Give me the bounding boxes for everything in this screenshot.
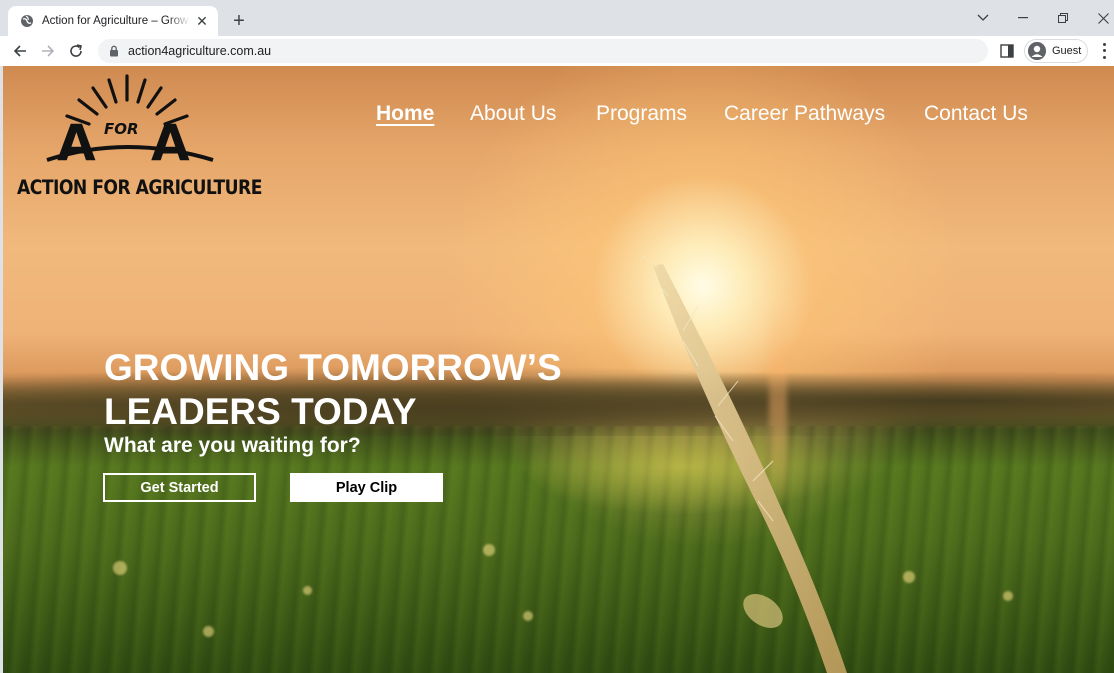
get-started-button[interactable]: Get Started	[103, 473, 256, 502]
svg-text:A: A	[57, 114, 96, 172]
globe-icon	[20, 14, 34, 28]
hero-headline-line1: GROWING TOMORROW’S	[104, 347, 562, 388]
logo-caption: ACTION FOR AGRICULTURE	[17, 176, 262, 199]
logo-mark-icon: A A FOR	[46, 74, 214, 172]
lock-icon[interactable]	[108, 45, 120, 57]
forward-arrow-icon[interactable]	[37, 40, 59, 62]
bokeh-light	[303, 586, 312, 595]
nav-home[interactable]: Home	[376, 102, 434, 126]
hero-headline: GROWING TOMORROW’S LEADERS TODAY	[104, 346, 624, 434]
wheat-stalk-image	[642, 256, 847, 673]
hero-subheading: What are you waiting for?	[104, 434, 361, 457]
logo-for-text: FOR	[104, 120, 139, 138]
side-panel-icon[interactable]	[1000, 44, 1014, 58]
tab-strip: Action for Agriculture – Growing Tomorro…	[0, 0, 1114, 36]
restore-icon[interactable]	[1043, 0, 1083, 36]
bokeh-light	[1003, 591, 1013, 601]
bokeh-light	[523, 611, 533, 621]
menu-icon[interactable]	[1097, 41, 1111, 61]
bokeh-light	[903, 571, 915, 583]
new-tab-button[interactable]: +	[228, 10, 250, 32]
profile-button[interactable]: Guest	[1024, 39, 1088, 63]
close-window-icon[interactable]	[1083, 0, 1114, 36]
browser-toolbar: action4agriculture.com.au Guest	[0, 36, 1114, 66]
address-bar[interactable]: action4agriculture.com.au	[98, 39, 988, 63]
bokeh-light	[203, 626, 214, 637]
nav-programs[interactable]: Programs	[596, 102, 687, 126]
bokeh-light	[483, 544, 495, 556]
nav-contact-us[interactable]: Contact Us	[924, 102, 1028, 126]
nav-career-pathways[interactable]: Career Pathways	[724, 102, 885, 126]
minimize-icon[interactable]	[1003, 0, 1043, 36]
hero-field	[3, 426, 1114, 673]
tab-close-icon[interactable]: ✕	[194, 13, 210, 29]
tab-search-icon[interactable]	[963, 0, 1003, 36]
svg-text:A: A	[151, 114, 190, 172]
tab-title: Action for Agriculture – Growing Tomorro…	[42, 15, 190, 27]
play-clip-button[interactable]: Play Clip	[290, 473, 443, 502]
url-text: action4agriculture.com.au	[128, 44, 272, 58]
avatar-icon	[1028, 42, 1046, 60]
site-logo[interactable]: A A FOR ACTION FOR AGRICULTURE	[17, 72, 262, 202]
web-page: A A FOR ACTION FOR AGRICULTURE Home Abou…	[3, 66, 1114, 673]
reload-icon[interactable]	[65, 40, 87, 62]
profile-label: Guest	[1052, 45, 1082, 57]
browser-tab[interactable]: Action for Agriculture – Growing Tomorro…	[8, 6, 218, 36]
hero-headline-line2: LEADERS TODAY	[104, 391, 417, 432]
back-arrow-icon[interactable]	[9, 40, 31, 62]
nav-about-us[interactable]: About Us	[470, 102, 556, 126]
bokeh-light	[113, 561, 127, 575]
